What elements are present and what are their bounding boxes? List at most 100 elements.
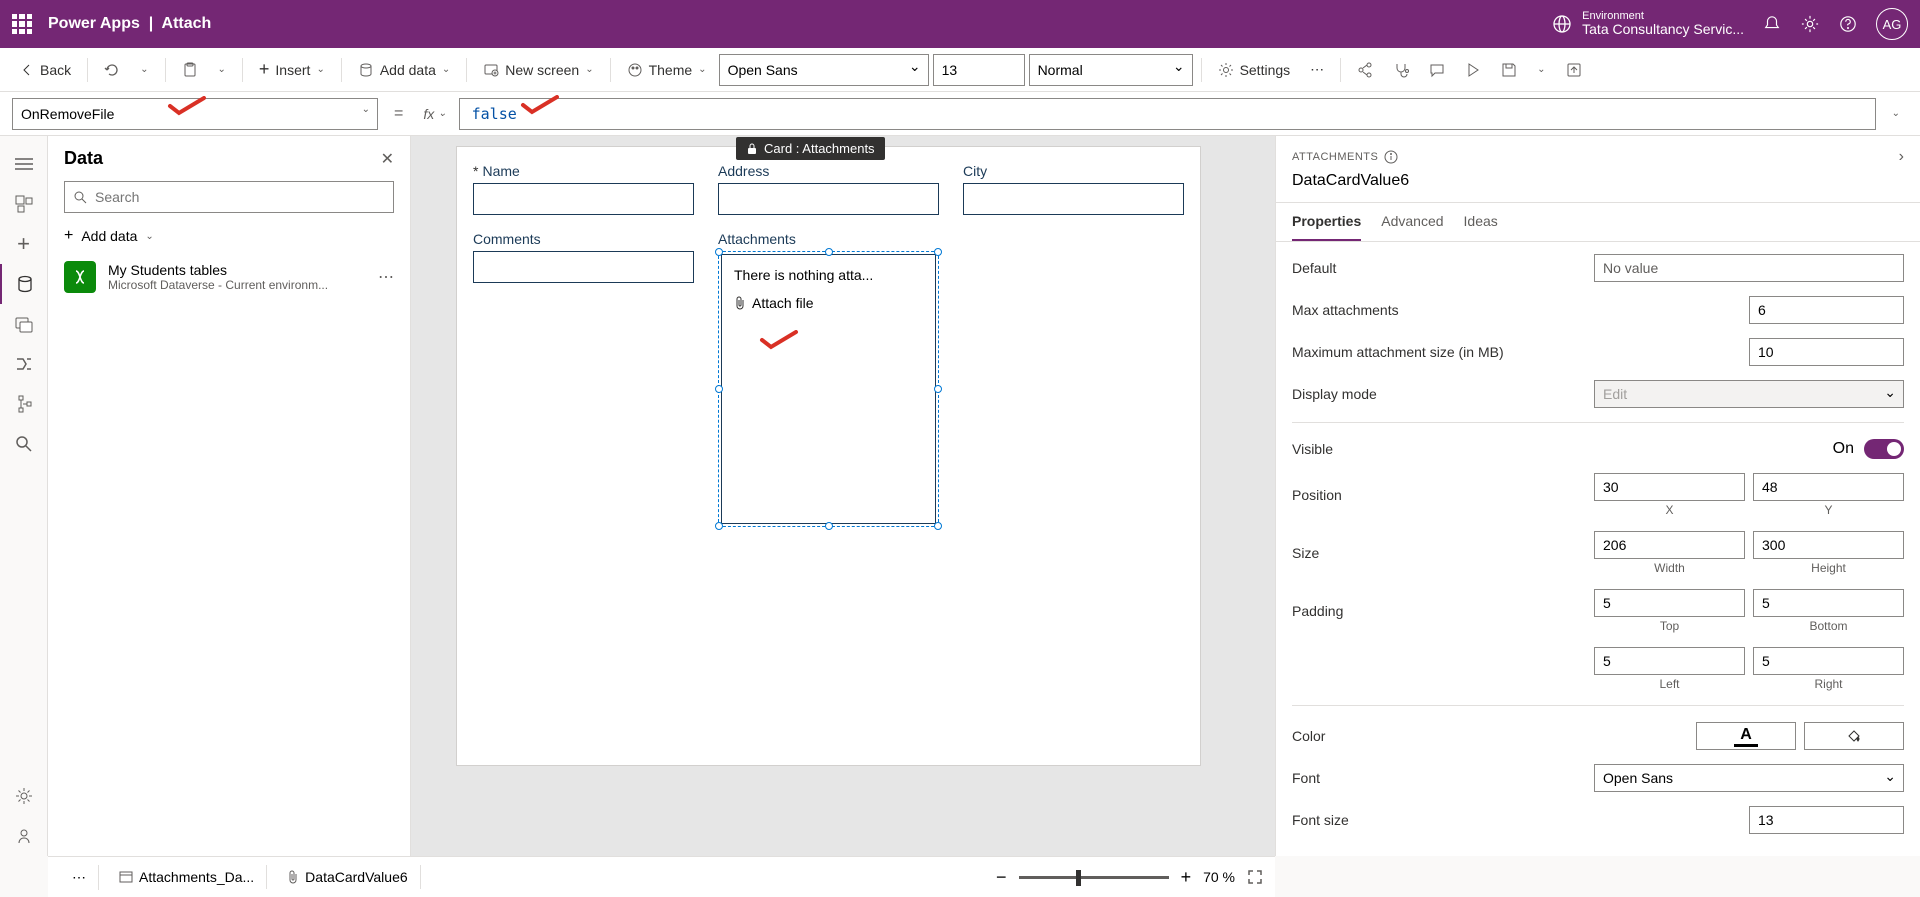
tab-properties[interactable]: Properties — [1292, 203, 1361, 241]
control-name: DataCardValue6 — [1292, 172, 1904, 190]
equals-label: = — [386, 105, 411, 123]
breadcrumb-more[interactable]: ⋯ — [60, 865, 99, 890]
font-weight-picker[interactable] — [1029, 54, 1193, 86]
settings-button[interactable]: Settings — [1210, 58, 1299, 82]
name-card[interactable]: *Name — [473, 163, 694, 215]
canvas[interactable]: *Name Card : Attachments Address City — [411, 136, 1275, 856]
rail-search-button[interactable] — [0, 424, 47, 464]
padding-left-input[interactable] — [1594, 647, 1745, 675]
rail-tree-button[interactable] — [0, 144, 47, 184]
zoom-out-button[interactable]: − — [996, 867, 1007, 888]
user-avatar[interactable]: AG — [1876, 8, 1908, 40]
padding-right-input[interactable] — [1753, 647, 1904, 675]
comment-icon — [1429, 62, 1445, 78]
visible-toggle[interactable] — [1864, 439, 1904, 459]
rail-media-button[interactable] — [0, 304, 47, 344]
add-data-button[interactable]: Add data⌄ — [350, 58, 458, 82]
formula-bar: ⌄ = fx⌄ false ⌄ — [0, 92, 1920, 136]
address-input[interactable] — [718, 183, 939, 215]
screen[interactable]: *Name Card : Attachments Address City — [456, 146, 1201, 766]
comments-card[interactable]: Comments — [473, 231, 694, 527]
zoom-in-button[interactable]: + — [1181, 867, 1192, 888]
stethoscope-icon — [1393, 62, 1409, 78]
publish-button[interactable] — [1558, 58, 1590, 82]
plus-icon: + — [259, 59, 270, 80]
back-button[interactable]: Back — [12, 58, 79, 82]
zoom-value: 70 % — [1203, 869, 1235, 885]
status-bar: ⋯ Attachments_Da... DataCardValue6 − + 7… — [48, 856, 1275, 897]
position-x-input[interactable] — [1594, 473, 1745, 501]
insert-button[interactable]: +Insert⌄ — [251, 55, 333, 84]
zoom-slider[interactable] — [1019, 876, 1169, 879]
undo-chevron[interactable]: ⌄ — [132, 60, 156, 79]
breadcrumb-card[interactable]: Attachments_Da... — [107, 865, 267, 889]
paste-button[interactable] — [174, 58, 206, 82]
padding-top-input[interactable] — [1594, 589, 1745, 617]
selected-control[interactable]: There is nothing atta... Attach file — [718, 251, 939, 527]
comments-button[interactable] — [1421, 58, 1453, 82]
formula-input[interactable]: false — [472, 105, 517, 123]
rail-insert-button[interactable] — [0, 184, 47, 224]
clipboard-icon — [182, 62, 198, 78]
rail-data-button[interactable] — [0, 264, 47, 304]
comments-input[interactable] — [473, 251, 694, 283]
publish-icon — [1566, 62, 1582, 78]
rail-flows-button[interactable] — [0, 344, 47, 384]
text-color-picker[interactable]: A — [1696, 722, 1796, 750]
data-search-input[interactable] — [64, 181, 394, 213]
font-select[interactable] — [1594, 764, 1904, 792]
address-card[interactable]: Card : Attachments Address — [718, 163, 939, 215]
fill-color-picker[interactable] — [1804, 722, 1904, 750]
help-icon[interactable] — [1838, 14, 1858, 34]
theme-button[interactable]: Theme⌄ — [619, 58, 715, 82]
checker-button[interactable] — [1385, 58, 1417, 82]
rail-settings-button[interactable] — [0, 776, 47, 816]
save-chevron[interactable]: ⌄ — [1529, 60, 1553, 79]
height-input[interactable] — [1753, 531, 1904, 559]
default-input[interactable] — [1594, 254, 1904, 282]
font-size-input[interactable] — [933, 54, 1025, 86]
notifications-icon[interactable] — [1762, 14, 1782, 34]
app-launcher-icon[interactable] — [12, 14, 32, 34]
rail-virtual-agent-button[interactable] — [0, 816, 47, 856]
expand-panel-button[interactable]: › — [1899, 148, 1904, 166]
rail-add-button[interactable]: + — [0, 224, 47, 264]
undo-button[interactable] — [96, 58, 128, 82]
close-panel-button[interactable]: ✕ — [381, 149, 394, 169]
settings-icon[interactable] — [1800, 14, 1820, 34]
max-attachments-input[interactable] — [1749, 296, 1904, 324]
rail-variables-button[interactable] — [0, 384, 47, 424]
share-button[interactable] — [1349, 58, 1381, 82]
control-category: ATTACHMENTS — [1292, 150, 1398, 164]
data-source-item[interactable]: My Students tables Microsoft Dataverse -… — [48, 251, 410, 303]
padding-bottom-input[interactable] — [1753, 589, 1904, 617]
name-input[interactable] — [473, 183, 694, 215]
width-input[interactable] — [1594, 531, 1745, 559]
city-input[interactable] — [963, 183, 1184, 215]
position-y-input[interactable] — [1753, 473, 1904, 501]
tab-ideas[interactable]: Ideas — [1464, 203, 1498, 241]
font-size-input[interactable] — [1749, 806, 1904, 834]
preview-button[interactable] — [1457, 58, 1489, 82]
back-arrow-icon — [20, 63, 34, 77]
city-card[interactable]: City — [963, 163, 1184, 215]
card-tooltip: Card : Attachments — [736, 137, 885, 160]
add-data-button[interactable]: + Add data ⌄ — [48, 221, 410, 251]
save-button[interactable] — [1493, 58, 1525, 82]
attach-file-button[interactable]: Attach file — [730, 287, 927, 319]
environment-picker[interactable]: Environment Tata Consultancy Servic... — [1552, 10, 1744, 37]
display-mode-select[interactable] — [1594, 380, 1904, 408]
breadcrumb-control[interactable]: DataCardValue6 — [275, 865, 420, 889]
paste-chevron[interactable]: ⌄ — [210, 60, 234, 79]
fit-screen-button[interactable] — [1247, 869, 1263, 885]
new-screen-button[interactable]: New screen⌄ — [475, 58, 601, 82]
font-picker[interactable] — [719, 54, 929, 86]
fx-button[interactable]: fx⌄ — [419, 106, 450, 122]
tab-advanced[interactable]: Advanced — [1381, 203, 1443, 241]
attachments-card[interactable]: Attachments There is nothing atta... — [718, 231, 939, 527]
item-more-button[interactable]: ⋯ — [378, 267, 394, 287]
info-icon[interactable] — [1384, 150, 1398, 164]
expand-formula-button[interactable]: ⌄ — [1884, 104, 1908, 123]
more-button[interactable]: ⋯ — [1302, 57, 1332, 82]
max-size-input[interactable] — [1749, 338, 1904, 366]
